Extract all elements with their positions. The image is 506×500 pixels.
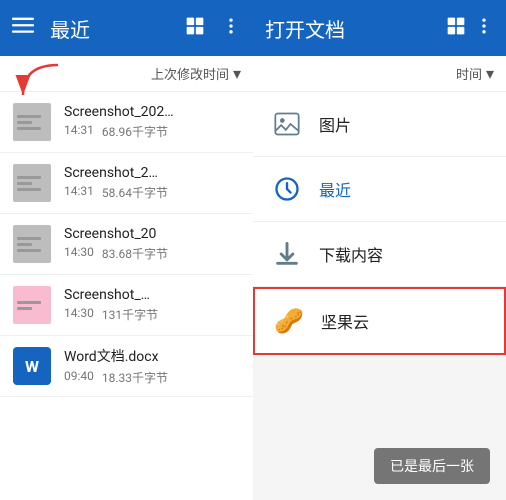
list-item[interactable]: W Word文档.docx 09:40 18.33千字节 bbox=[0, 336, 253, 397]
sort-chevron-icon[interactable]: ▾ bbox=[233, 64, 241, 83]
file-thumbnail: W bbox=[12, 346, 52, 386]
right-sort-chevron-icon[interactable]: ▾ bbox=[486, 64, 494, 83]
source-item-downloads[interactable]: 下载内容 bbox=[253, 222, 506, 287]
file-meta: 14:31 68.96千字节 bbox=[64, 123, 241, 140]
file-meta: 14:30 131千字节 bbox=[64, 306, 241, 323]
source-item-jianguoyun[interactable]: 🥜 坚果云 bbox=[253, 287, 506, 355]
file-info: Word文档.docx 09:40 18.33千字节 bbox=[64, 346, 241, 386]
file-size: 131千字节 bbox=[102, 306, 158, 323]
arrow-annotation bbox=[8, 60, 68, 114]
file-info: Screenshot_2… 14:31 58.64千字节 bbox=[64, 165, 241, 201]
file-thumbnail bbox=[12, 224, 52, 264]
file-name: Screenshot_2… bbox=[64, 165, 241, 181]
file-info: Screenshot_20 14:30 83.68千字节 bbox=[64, 226, 241, 262]
right-more-options-icon[interactable] bbox=[474, 16, 494, 41]
file-size: 68.96千字节 bbox=[102, 123, 168, 140]
file-size: 18.33千字节 bbox=[102, 369, 168, 386]
file-time: 14:31 bbox=[64, 184, 94, 201]
grid-view-icon[interactable] bbox=[185, 16, 205, 41]
file-time: 14:30 bbox=[64, 306, 94, 323]
images-icon bbox=[269, 106, 305, 142]
source-list: 图片 最近 bbox=[253, 92, 506, 432]
source-name: 最近 bbox=[319, 177, 351, 201]
menu-icon[interactable] bbox=[12, 14, 34, 42]
download-icon bbox=[269, 236, 305, 272]
right-sort-bar[interactable]: 时间 ▾ bbox=[253, 56, 506, 92]
right-sort-label: 时间 bbox=[456, 64, 482, 83]
file-meta: 14:31 58.64千字节 bbox=[64, 184, 241, 201]
list-item[interactable]: Screenshot_… 14:30 131千字节 bbox=[0, 275, 253, 336]
file-size: 58.64千字节 bbox=[102, 184, 168, 201]
file-time: 09:40 bbox=[64, 369, 94, 386]
source-name: 图片 bbox=[319, 112, 351, 136]
left-header: 最近 bbox=[0, 0, 253, 56]
list-item[interactable]: Screenshot_20 14:30 83.68千字节 bbox=[0, 214, 253, 275]
file-name: Screenshot_202… bbox=[64, 104, 241, 120]
app-container: 最近 上次修改时间 ▾ bbox=[0, 0, 506, 500]
list-item[interactable]: Screenshot_2… 14:31 58.64千字节 bbox=[0, 153, 253, 214]
sort-label: 上次修改时间 bbox=[151, 64, 229, 83]
file-meta: 09:40 18.33千字节 bbox=[64, 369, 241, 386]
bottom-button-area: 已是最后一张 bbox=[253, 432, 506, 500]
file-name: Word文档.docx bbox=[64, 346, 241, 366]
already-last-button[interactable]: 已是最后一张 bbox=[374, 448, 490, 484]
file-meta: 14:30 83.68千字节 bbox=[64, 245, 241, 262]
right-header: 打开文档 bbox=[253, 0, 506, 56]
source-name: 坚果云 bbox=[321, 309, 369, 333]
file-thumbnail bbox=[12, 285, 52, 325]
file-time: 14:31 bbox=[64, 123, 94, 140]
right-grid-view-icon[interactable] bbox=[446, 16, 466, 41]
file-name: Screenshot_20 bbox=[64, 226, 241, 242]
file-time: 14:30 bbox=[64, 245, 94, 262]
source-item-recent[interactable]: 最近 bbox=[253, 157, 506, 222]
file-list: Screenshot_202… 14:31 68.96千字节 bbox=[0, 92, 253, 500]
file-size: 83.68千字节 bbox=[102, 245, 168, 262]
jianguoyun-icon: 🥜 bbox=[271, 303, 307, 339]
source-name: 下载内容 bbox=[319, 242, 383, 266]
more-options-icon[interactable] bbox=[221, 16, 241, 41]
file-info: Screenshot_202… 14:31 68.96千字节 bbox=[64, 104, 241, 140]
file-info: Screenshot_… 14:30 131千字节 bbox=[64, 287, 241, 323]
recent-icon bbox=[269, 171, 305, 207]
file-thumbnail bbox=[12, 163, 52, 203]
source-item-images[interactable]: 图片 bbox=[253, 92, 506, 157]
right-panel: 打开文档 时间 ▾ bbox=[253, 0, 506, 500]
left-panel-title: 最近 bbox=[50, 14, 169, 43]
right-panel-title: 打开文档 bbox=[265, 14, 438, 43]
file-name: Screenshot_… bbox=[64, 287, 241, 303]
